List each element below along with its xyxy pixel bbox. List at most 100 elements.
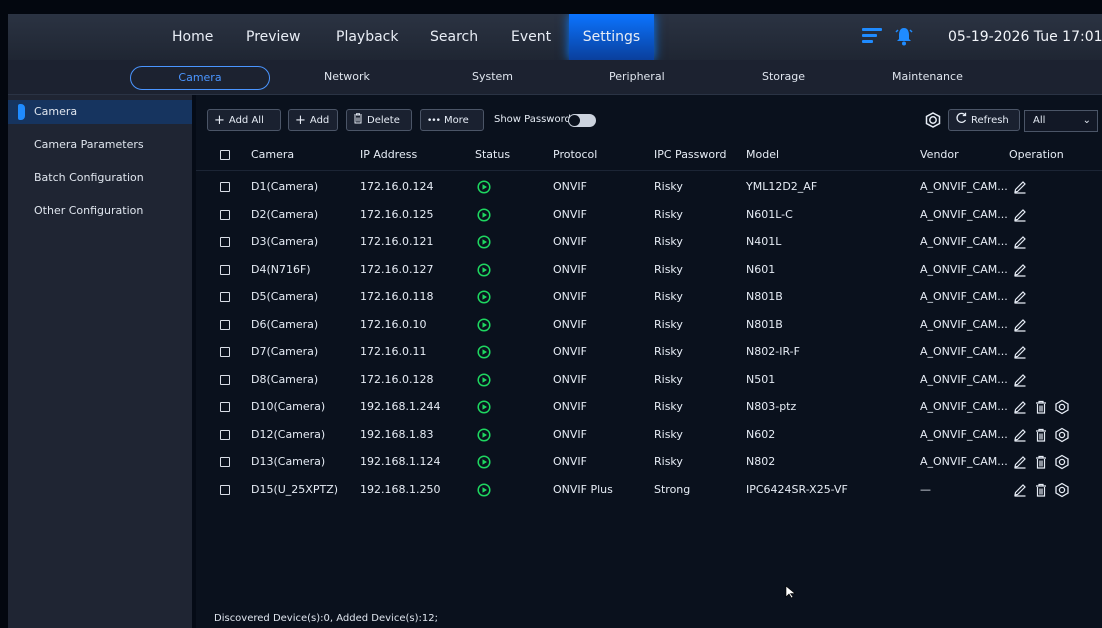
subtab-camera[interactable]: Camera xyxy=(130,66,270,90)
column-status[interactable]: Status xyxy=(475,140,510,170)
nav-settings[interactable]: Settings xyxy=(569,14,654,60)
nav-playback[interactable]: Playback xyxy=(336,14,398,60)
ip-address: 172.16.0.124 xyxy=(360,180,434,193)
subtab-maintenance[interactable]: Maintenance xyxy=(892,60,963,94)
ip-address: 172.16.0.125 xyxy=(360,207,434,221)
row-checkbox[interactable] xyxy=(220,292,230,302)
camera-name: D6(Camera) xyxy=(251,317,319,331)
active-marker-icon xyxy=(18,104,25,120)
sidebar-item-label: Camera xyxy=(34,105,78,118)
vendor: A_ONVIF_CAM... xyxy=(920,317,1008,331)
table-row: D5(Camera) 172.16.0.118 ONVIF Risky N801B A_O… xyxy=(196,284,1102,310)
ip-address: 192.168.1.83 xyxy=(360,427,434,441)
delete-trash-icon[interactable] xyxy=(1033,427,1049,443)
row-checkbox[interactable] xyxy=(220,402,230,412)
delete-trash-icon[interactable] xyxy=(1033,454,1049,470)
row-checkbox[interactable] xyxy=(220,484,230,495)
protocol: ONVIF xyxy=(553,427,587,441)
row-checkbox[interactable] xyxy=(220,347,230,357)
camera-panel: + Add All + Add Delete ••• More Show Passwo… xyxy=(196,95,1102,628)
online-play-icon xyxy=(477,345,491,359)
vendor: A_ONVIF_CAM... xyxy=(920,262,1008,276)
edit-pencil-icon[interactable] xyxy=(1012,262,1028,278)
vendor: A_ONVIF_CAM... xyxy=(920,290,1008,303)
sidebar-item-camera-parameters[interactable]: Camera Parameters xyxy=(8,133,192,157)
subtab-network[interactable]: Network xyxy=(324,60,370,94)
subtab-storage[interactable]: Storage xyxy=(762,60,805,94)
nav-search[interactable]: Search xyxy=(430,14,478,60)
column-model[interactable]: Model xyxy=(746,140,779,170)
edit-pencil-icon[interactable] xyxy=(1012,399,1028,415)
refresh-button[interactable]: Refresh xyxy=(948,109,1020,131)
edit-pencil-icon[interactable] xyxy=(1012,207,1028,223)
delete-trash-icon[interactable] xyxy=(1033,399,1049,415)
ipc-password: Strong xyxy=(654,482,691,496)
refresh-label: Refresh xyxy=(971,115,1009,126)
nav-event[interactable]: Event xyxy=(511,14,551,60)
camera-settings-icon[interactable] xyxy=(1054,399,1070,415)
edit-pencil-icon[interactable] xyxy=(1012,289,1028,305)
edit-pencil-icon[interactable] xyxy=(1012,234,1028,250)
delete-trash-icon[interactable] xyxy=(1033,482,1049,498)
more-button[interactable]: ••• More xyxy=(420,109,484,131)
column-camera[interactable]: Camera xyxy=(251,140,294,170)
row-checkbox[interactable] xyxy=(220,429,230,440)
edit-pencil-icon[interactable] xyxy=(1012,317,1028,333)
ip-address: 172.16.0.10 xyxy=(360,317,427,331)
select-all-checkbox[interactable] xyxy=(220,150,230,160)
table-row: D2(Camera) 172.16.0.125 ONVIF Risky N601L-C A… xyxy=(196,202,1102,228)
camera-settings-icon[interactable] xyxy=(1054,427,1070,443)
nav-preview[interactable]: Preview xyxy=(246,14,301,60)
row-checkbox[interactable] xyxy=(220,374,230,385)
add-all-button[interactable]: + Add All xyxy=(207,109,281,131)
delete-button[interactable]: Delete xyxy=(346,109,412,131)
protocol: ONVIF xyxy=(553,262,587,276)
device-filter-select[interactable]: All ⌄ xyxy=(1024,110,1098,132)
menu-icon[interactable] xyxy=(862,28,882,44)
column-protocol[interactable]: Protocol xyxy=(553,140,597,170)
ip-address: 172.16.0.118 xyxy=(360,290,434,303)
subtab-peripheral[interactable]: Peripheral xyxy=(609,60,665,94)
edit-pencil-icon[interactable] xyxy=(1012,427,1028,443)
ipc-password: Risky xyxy=(654,455,683,468)
subtab-system[interactable]: System xyxy=(472,60,513,94)
model: N501 xyxy=(746,372,776,386)
row-checkbox[interactable] xyxy=(220,209,230,220)
camera-settings-icon[interactable] xyxy=(1054,482,1070,498)
refresh-icon xyxy=(956,112,967,123)
sidebar-item-batch-configuration[interactable]: Batch Configuration xyxy=(8,166,192,190)
vendor: A_ONVIF_CAM... xyxy=(920,180,1008,193)
edit-pencil-icon[interactable] xyxy=(1012,454,1028,470)
row-checkbox[interactable] xyxy=(220,457,230,467)
table-row: D8(Camera) 172.16.0.128 ONVIF Risky N501 A_ON… xyxy=(196,367,1102,393)
bell-icon[interactable] xyxy=(895,26,913,46)
table-row: D3(Camera) 172.16.0.121 ONVIF Risky N401L A_O… xyxy=(196,229,1102,255)
column-ipc-password[interactable]: IPC Password xyxy=(654,140,726,170)
row-checkbox[interactable] xyxy=(220,182,230,192)
row-checkbox[interactable] xyxy=(220,319,230,330)
column-vendor[interactable]: Vendor xyxy=(920,140,959,170)
table-row: D12(Camera) 192.168.1.83 ONVIF Risky N602 A_O… xyxy=(196,422,1102,448)
edit-pencil-icon[interactable] xyxy=(1012,344,1028,360)
edit-pencil-icon[interactable] xyxy=(1012,372,1028,388)
protocol: ONVIF xyxy=(553,317,587,331)
row-checkbox[interactable] xyxy=(220,237,230,247)
sidebar-item-other-configuration[interactable]: Other Configuration xyxy=(8,199,192,223)
edit-pencil-icon[interactable] xyxy=(1012,179,1028,195)
vendor: A_ONVIF_CAM... xyxy=(920,235,1008,248)
nav-home[interactable]: Home xyxy=(172,14,213,60)
delete-label: Delete xyxy=(367,115,400,126)
sidebar-item-camera[interactable]: Camera xyxy=(8,100,192,124)
add-button[interactable]: + Add xyxy=(288,109,338,131)
settings-gear-icon[interactable] xyxy=(922,109,944,131)
show-password-toggle[interactable] xyxy=(568,114,596,127)
camera-name: D1(Camera) xyxy=(251,180,319,193)
model: YML12D2_AF xyxy=(746,180,818,193)
camera-settings-icon[interactable] xyxy=(1054,454,1070,470)
row-checkbox[interactable] xyxy=(220,264,230,275)
camera-name: D7(Camera) xyxy=(251,345,319,358)
online-play-icon xyxy=(477,400,491,414)
column-ip-address[interactable]: IP Address xyxy=(360,140,417,170)
online-play-icon xyxy=(477,455,491,469)
edit-pencil-icon[interactable] xyxy=(1012,482,1028,498)
